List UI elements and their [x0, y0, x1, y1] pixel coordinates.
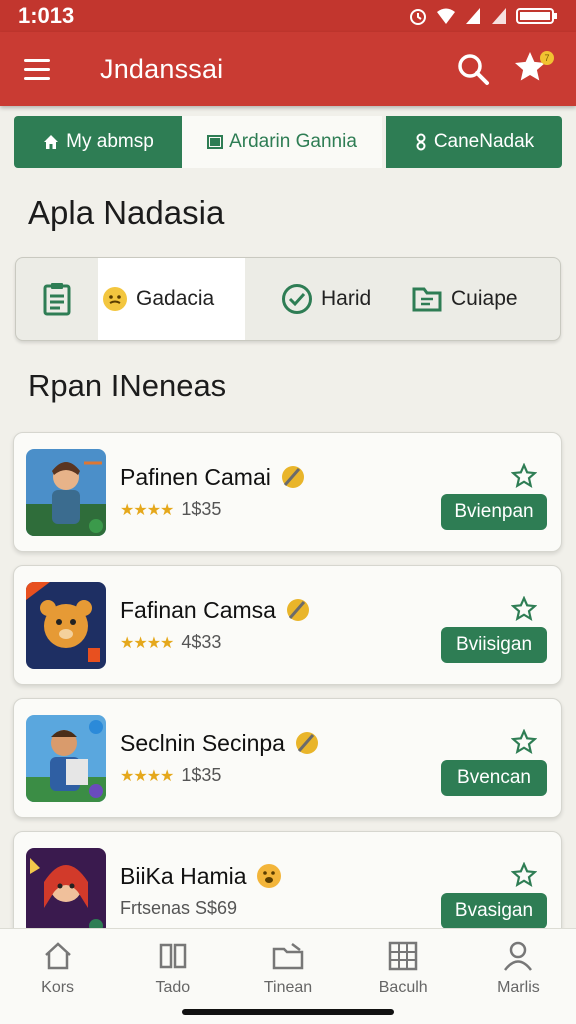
filter-label: Gadacia [136, 287, 215, 310]
menu-button[interactable] [24, 54, 54, 84]
game-title: Pafinen Camai [120, 463, 307, 491]
game-title-text: Pafinen Camai [120, 463, 271, 490]
home-icon [44, 942, 71, 970]
grid-icon [388, 941, 418, 971]
game-price: 1$35 [181, 765, 222, 785]
game-thumbnail [26, 715, 106, 802]
filter-harid[interactable]: Harid [281, 258, 411, 340]
person-icon [504, 941, 533, 971]
smile-emoji-icon [256, 864, 281, 888]
top-tabs: My abmsp Ardarin Gannia CaneNadak [14, 116, 562, 168]
nav-item-kors[interactable]: Kors [0, 929, 115, 1024]
game-meta: ★★★★ 4$33 [120, 632, 221, 653]
favorite-star-icon[interactable] [511, 596, 537, 622]
game-price: Frtsenas S$69 [120, 898, 238, 918]
game-title-text: Seclnin Secinpa [120, 729, 285, 756]
game-action-button[interactable]: Bvienpan [441, 494, 547, 530]
tab-label: My abmsp [66, 131, 154, 152]
clipboard-icon [43, 283, 71, 316]
check-circle-icon [282, 284, 312, 314]
favorite-star-icon[interactable] [511, 463, 537, 489]
rating-stars: ★★★★ [120, 634, 174, 652]
filter-cuiape[interactable]: Cuiape [411, 258, 518, 340]
game-card[interactable]: Pafinen Camai ★★★★ 1$35 Bvienpan [13, 432, 562, 552]
menu-icon-line [24, 76, 50, 80]
battery-icon [516, 8, 557, 24]
nav-item-marlis[interactable]: Marlis [461, 929, 576, 1024]
rating-stars: ★★★★ [120, 767, 174, 785]
menu-icon-line [24, 58, 50, 62]
game-meta: ★★★★ 1$35 [120, 499, 221, 520]
status-bar: 1:013 [0, 0, 576, 32]
game-thumbnail [26, 582, 106, 669]
section-title: Apla Nadasia [28, 194, 225, 231]
game-title-text: Fafinan Camsa [120, 596, 276, 623]
wifi-icon [437, 8, 455, 24]
home-indicator [182, 1009, 394, 1015]
book-icon [207, 135, 224, 149]
nav-label: Tado [155, 979, 191, 996]
status-time: 1:013 [18, 3, 75, 28]
tab-canenadak[interactable]: CaneNadak [386, 116, 562, 168]
favorite-star-icon[interactable] [511, 862, 537, 888]
game-card[interactable]: Seclnin Secinpa ★★★★ 1$35 Bvencan [13, 698, 562, 818]
trophy-icon [281, 466, 304, 488]
app-title: Jndanssai [100, 53, 224, 84]
nav-label: Baculh [378, 979, 428, 996]
game-title: BiiKa Hamia [120, 862, 283, 890]
nav-label: Marlis [497, 979, 540, 996]
folder-icon [412, 287, 442, 312]
game-card[interactable]: Fafinan Camsa ★★★★ 4$33 Bviisigan [13, 565, 562, 685]
signal-icon [466, 8, 480, 24]
menu-icon-line [24, 67, 50, 71]
tab-ardarin-gannia[interactable]: Ardarin Gannia [182, 116, 382, 168]
nav-label: Kors [41, 979, 75, 996]
emoji-icon [103, 287, 127, 311]
search-icon[interactable] [456, 52, 490, 86]
game-title: Seclnin Secinpa [120, 729, 321, 757]
favorite-star-icon[interactable] [511, 729, 537, 755]
nav-label: Tinean [263, 979, 313, 996]
game-card[interactable]: BiiKa Hamia Frtsenas S$69 Bvasigan [13, 831, 562, 943]
game-meta: ★★★★ 1$35 [120, 765, 221, 786]
rating-stars: ★★★★ [120, 501, 174, 519]
game-action-button[interactable]: Bvencan [441, 760, 547, 796]
status-icons [408, 6, 558, 26]
tab-label: Ardarin Gannia [229, 131, 357, 152]
game-meta: Frtsenas S$69 [120, 898, 237, 919]
game-thumbnail [26, 449, 106, 536]
tab-label: CaneNadak [433, 131, 535, 152]
list-title: Rpan INeneas [28, 368, 227, 403]
notification-badge: 7 [540, 51, 554, 65]
tab-my-abmsp[interactable]: My abmsp [14, 116, 182, 168]
game-title: Fafinan Camsa [120, 596, 312, 624]
trophy-icon [286, 599, 309, 621]
app-bar: Jndanssai 7 [0, 32, 576, 106]
game-title-text: BiiKa Hamia [120, 862, 247, 889]
filter-bar: Gadacia Harid Cuiape [15, 257, 561, 341]
folder-icon [272, 943, 304, 970]
book-open-icon [159, 943, 187, 969]
filter-label: Harid [321, 287, 372, 310]
signal-icon-2 [492, 8, 506, 24]
game-thumbnail [26, 848, 106, 935]
filter-gadacia[interactable]: Gadacia [98, 258, 245, 340]
game-action-button[interactable]: Bviisigan [441, 627, 547, 663]
alarm-icon [410, 9, 426, 25]
game-action-button[interactable]: Bvasigan [441, 893, 547, 929]
favorites-button[interactable]: 7 [512, 49, 554, 89]
game-price: 4$33 [181, 632, 222, 652]
home-icon [44, 135, 59, 149]
filter-list[interactable] [16, 258, 98, 340]
trophy-icon [295, 732, 318, 754]
filter-label: Cuiape [451, 287, 518, 310]
game-price: 1$35 [181, 499, 222, 519]
link-icon [416, 133, 426, 151]
